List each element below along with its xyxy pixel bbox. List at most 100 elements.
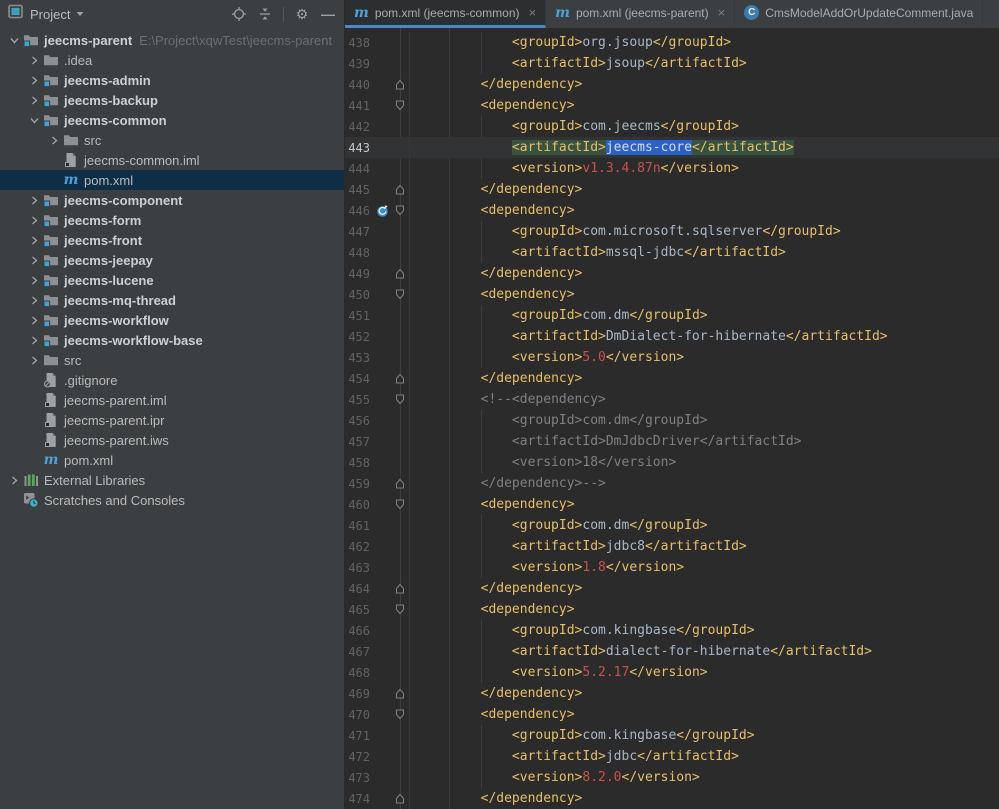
collapse-all-icon[interactable] bbox=[257, 6, 273, 22]
code-text[interactable]: </dependency> bbox=[410, 578, 999, 599]
editor-tab[interactable]: mpom.xml (jeecms-common)× bbox=[345, 0, 546, 28]
code-text[interactable]: <groupId>com.microsoft.sqlserver</groupI… bbox=[410, 221, 999, 242]
fold-marker-icon[interactable] bbox=[391, 389, 410, 410]
gear-icon[interactable]: ⚙ bbox=[294, 6, 310, 22]
tree-item-jeecms-jeepay[interactable]: jeecms-jeepay bbox=[0, 250, 344, 270]
fold-marker-icon[interactable] bbox=[391, 95, 410, 116]
tree-item-jeecms-admin[interactable]: jeecms-admin bbox=[0, 70, 344, 90]
fold-marker-icon[interactable] bbox=[391, 200, 410, 221]
locate-icon[interactable] bbox=[231, 6, 247, 22]
chevron-collapsed-icon[interactable] bbox=[26, 312, 42, 328]
tree-item--idea[interactable]: .idea bbox=[0, 50, 344, 70]
code-text[interactable]: <artifactId>dialect-for-hibernate</artif… bbox=[410, 641, 999, 662]
chevron-collapsed-icon[interactable] bbox=[26, 252, 42, 268]
code-text[interactable]: <dependency> bbox=[410, 95, 999, 116]
tree-item-jeecms-mq-thread[interactable]: jeecms-mq-thread bbox=[0, 290, 344, 310]
code-text[interactable]: <groupId>com.kingbase</groupId> bbox=[410, 725, 999, 746]
code-text[interactable]: <dependency> bbox=[410, 200, 999, 221]
code-text[interactable]: <groupId>com.jeecms</groupId> bbox=[410, 116, 999, 137]
code-text[interactable]: </dependency> bbox=[410, 368, 999, 389]
fold-marker-icon[interactable] bbox=[391, 284, 410, 305]
code-text[interactable]: <artifactId>DmDialect-for-hibernate</art… bbox=[410, 326, 999, 347]
chevron-expanded-icon[interactable] bbox=[26, 112, 42, 128]
tree-item-jeecms-component[interactable]: jeecms-component bbox=[0, 190, 344, 210]
code-text[interactable]: <artifactId>mssql-jdbc</artifactId> bbox=[410, 242, 999, 263]
tree-item-jeecms-workflow-base[interactable]: jeecms-workflow-base bbox=[0, 330, 344, 350]
chevron-collapsed-icon[interactable] bbox=[26, 292, 42, 308]
chevron-collapsed-icon[interactable] bbox=[26, 192, 42, 208]
chevron-collapsed-icon[interactable] bbox=[26, 52, 42, 68]
code-text[interactable]: <version>v1.3.4.87n</version> bbox=[410, 158, 999, 179]
code-text[interactable]: <artifactId>jdbc</artifactId> bbox=[410, 746, 999, 767]
fold-marker-icon[interactable] bbox=[391, 683, 410, 704]
fold-marker-icon[interactable] bbox=[391, 74, 410, 95]
chevron-collapsed-icon[interactable] bbox=[26, 92, 42, 108]
code-text[interactable]: <groupId>com.dm</groupId> bbox=[410, 410, 999, 431]
code-text[interactable]: <version>5.0</version> bbox=[410, 347, 999, 368]
code-text[interactable]: </dependency> bbox=[410, 263, 999, 284]
close-tab-icon[interactable]: × bbox=[529, 6, 537, 19]
tree-item-jeecms-lucene[interactable]: jeecms-lucene bbox=[0, 270, 344, 290]
code-text[interactable]: </dependency> bbox=[410, 74, 999, 95]
tree-item-pom-xml[interactable]: mpom.xml bbox=[0, 170, 344, 190]
code-text[interactable]: <version>18</version> bbox=[410, 452, 999, 473]
fold-marker-icon[interactable] bbox=[391, 788, 410, 809]
fold-marker-icon[interactable] bbox=[391, 599, 410, 620]
tree-item-jeecms-backup[interactable]: jeecms-backup bbox=[0, 90, 344, 110]
code-text[interactable]: <!--<dependency> bbox=[410, 389, 999, 410]
code-text[interactable]: <groupId>com.dm</groupId> bbox=[410, 305, 999, 326]
code-text[interactable]: <artifactId>jdbc8</artifactId> bbox=[410, 536, 999, 557]
code-text[interactable]: <dependency> bbox=[410, 599, 999, 620]
code-text[interactable]: </dependency> bbox=[410, 683, 999, 704]
tree-item-jeecms-front[interactable]: jeecms-front bbox=[0, 230, 344, 250]
close-tab-icon[interactable]: × bbox=[718, 6, 726, 19]
code-text[interactable]: <dependency> bbox=[410, 704, 999, 725]
tree-item-jeecms-form[interactable]: jeecms-form bbox=[0, 210, 344, 230]
chevron-collapsed-icon[interactable] bbox=[6, 472, 22, 488]
fold-marker-icon[interactable] bbox=[391, 704, 410, 725]
tree-item-jeecms-parent-iws[interactable]: jeecms-parent.iws bbox=[0, 430, 344, 450]
code-text[interactable]: <artifactId>DmJdbcDriver</artifactId> bbox=[410, 431, 999, 452]
code-text[interactable]: <groupId>com.dm</groupId> bbox=[410, 515, 999, 536]
code-text[interactable]: <dependency> bbox=[410, 284, 999, 305]
code-editor[interactable]: 438 <groupId>org.jsoup</groupId>439 <art… bbox=[345, 28, 999, 809]
code-text[interactable]: </dependency>--> bbox=[410, 473, 999, 494]
tree-item-jeecms-parent[interactable]: jeecms-parentE:\Project\xqwTest\jeecms-p… bbox=[0, 30, 344, 50]
fold-marker-icon[interactable] bbox=[391, 179, 410, 200]
tree-item-jeecms-workflow[interactable]: jeecms-workflow bbox=[0, 310, 344, 330]
tree-item-jeecms-common[interactable]: jeecms-common bbox=[0, 110, 344, 130]
code-text[interactable]: <version>1.8</version> bbox=[410, 557, 999, 578]
tree-item-src[interactable]: src bbox=[0, 350, 344, 370]
tree-item-jeecms-parent-ipr[interactable]: jeecms-parent.ipr bbox=[0, 410, 344, 430]
chevron-collapsed-icon[interactable] bbox=[26, 232, 42, 248]
code-text[interactable]: <groupId>com.kingbase</groupId> bbox=[410, 620, 999, 641]
code-text[interactable]: </dependency> bbox=[410, 788, 999, 809]
fold-marker-icon[interactable] bbox=[391, 578, 410, 599]
code-text[interactable]: <dependency> bbox=[410, 494, 999, 515]
tree-item-scratches-and-consoles[interactable]: Scratches and Consoles bbox=[0, 490, 344, 510]
editor-tab[interactable]: mpom.xml (jeecms-parent)× bbox=[546, 0, 735, 28]
chevron-collapsed-icon[interactable] bbox=[26, 212, 42, 228]
chevron-collapsed-icon[interactable] bbox=[46, 132, 62, 148]
chevron-expanded-icon[interactable] bbox=[6, 32, 22, 48]
gutter-action-icon[interactable] bbox=[375, 200, 391, 221]
chevron-collapsed-icon[interactable] bbox=[26, 72, 42, 88]
chevron-collapsed-icon[interactable] bbox=[26, 332, 42, 348]
code-text[interactable]: <artifactId>jsoup</artifactId> bbox=[410, 53, 999, 74]
tree-item-pom-xml[interactable]: mpom.xml bbox=[0, 450, 344, 470]
fold-marker-icon[interactable] bbox=[391, 473, 410, 494]
fold-marker-icon[interactable] bbox=[391, 494, 410, 515]
chevron-collapsed-icon[interactable] bbox=[26, 272, 42, 288]
editor-tab[interactable]: CCmsModelAddOrUpdateComment.java bbox=[735, 0, 983, 28]
tree-item--gitignore[interactable]: .gitignore bbox=[0, 370, 344, 390]
code-text[interactable]: </dependency> bbox=[410, 179, 999, 200]
fold-marker-icon[interactable] bbox=[391, 263, 410, 284]
tree-item-jeecms-common-iml[interactable]: jeecms-common.iml bbox=[0, 150, 344, 170]
code-text[interactable]: <groupId>org.jsoup</groupId> bbox=[410, 32, 999, 53]
tree-item-src[interactable]: src bbox=[0, 130, 344, 150]
fold-marker-icon[interactable] bbox=[391, 368, 410, 389]
tree-item-jeecms-parent-iml[interactable]: jeecms-parent.iml bbox=[0, 390, 344, 410]
code-text[interactable]: <version>8.2.0</version> bbox=[410, 767, 999, 788]
minimize-icon[interactable]: — bbox=[320, 6, 336, 22]
tree-item-external-libraries[interactable]: External Libraries bbox=[0, 470, 344, 490]
